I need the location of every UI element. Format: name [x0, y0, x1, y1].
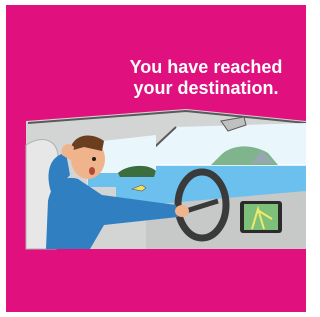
- destination-caption: You have reached your destination.: [116, 57, 296, 99]
- caption-line-2: your destination.: [133, 78, 279, 98]
- illustration-card: You have reached your destination.: [6, 5, 306, 312]
- caption-line-1: You have reached: [129, 57, 283, 77]
- illustration: [6, 5, 306, 312]
- gps-navigator-icon: [240, 201, 282, 233]
